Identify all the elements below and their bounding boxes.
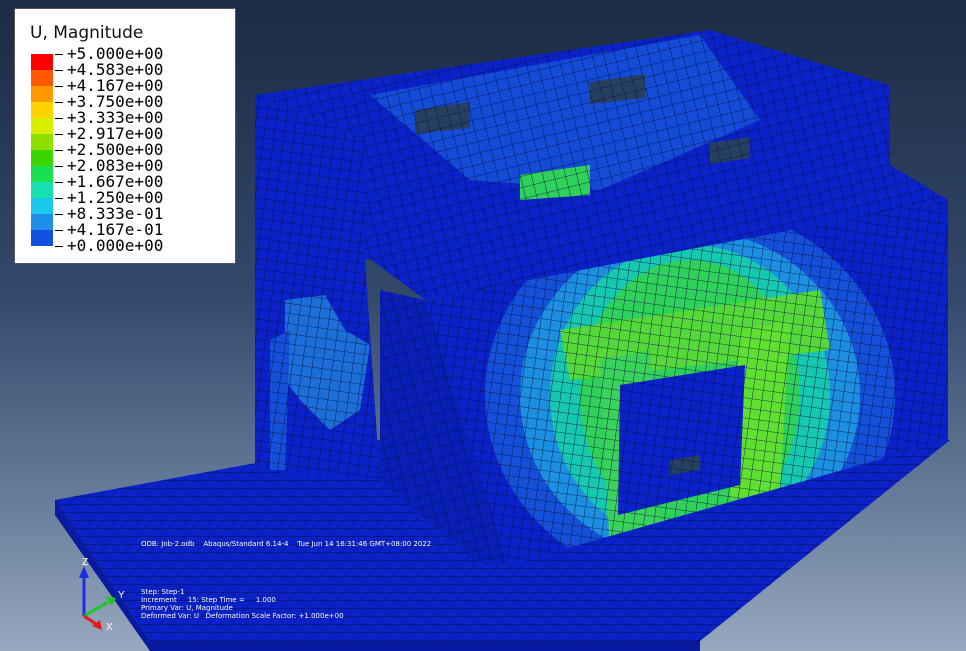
analysis-info: Step: Step-1 Increment 15: Step Time = 1… bbox=[141, 588, 344, 620]
legend-tick bbox=[55, 166, 63, 167]
legend-color-swatch bbox=[31, 182, 53, 198]
legend-tick bbox=[55, 214, 63, 215]
legend-tick bbox=[55, 182, 63, 183]
color-legend: U, Magnitude +5.000e+00 +4.583e+00 +4.167e… bbox=[14, 8, 236, 264]
legend-color-swatch bbox=[31, 230, 53, 246]
legend-tick bbox=[55, 150, 63, 151]
legend-tick bbox=[55, 134, 63, 135]
legend-color-swatch bbox=[31, 86, 53, 102]
legend-color-swatch bbox=[31, 166, 53, 182]
legend-tick bbox=[55, 198, 63, 199]
y-axis-label: Y bbox=[118, 590, 125, 601]
legend-color-swatch bbox=[31, 150, 53, 166]
axis-triad[interactable] bbox=[70, 550, 140, 640]
primary-var-label: Primary Var: U, Magnitude bbox=[141, 604, 233, 612]
legend-tick bbox=[55, 102, 63, 103]
legend-color-swatch bbox=[31, 70, 53, 86]
left-side-wall bbox=[255, 95, 380, 480]
x-axis-label: X bbox=[106, 622, 113, 633]
legend-color-swatch bbox=[31, 198, 53, 214]
y-axis-arrow bbox=[83, 600, 109, 618]
deformed-var-label: Deformed Var: U Deformation Scale Factor… bbox=[141, 612, 344, 620]
legend-color-swatch bbox=[31, 118, 53, 134]
legend-color-swatch bbox=[31, 134, 53, 150]
legend-tick bbox=[55, 230, 63, 231]
increment-label: Increment 15: Step Time = 1.000 bbox=[141, 596, 276, 604]
legend-tick bbox=[55, 246, 63, 247]
legend-color-swatch bbox=[31, 54, 53, 70]
odb-info-line: ODB: Job-2.odb Abaqus/Standard 6.14-4 Tu… bbox=[141, 540, 432, 548]
legend-tick bbox=[55, 54, 63, 55]
legend-tick bbox=[55, 70, 63, 71]
legend-title: U, Magnitude bbox=[30, 23, 144, 43]
x-axis-arrow bbox=[83, 614, 97, 626]
z-axis-label: Z bbox=[82, 557, 89, 568]
step-label: Step: Step-1 bbox=[141, 588, 185, 596]
legend-color-swatch bbox=[31, 214, 53, 230]
legend-tick bbox=[55, 118, 63, 119]
legend-value: +0.000e+00 bbox=[67, 236, 164, 255]
legend-tick bbox=[55, 86, 63, 87]
legend-color-swatch bbox=[31, 102, 53, 118]
